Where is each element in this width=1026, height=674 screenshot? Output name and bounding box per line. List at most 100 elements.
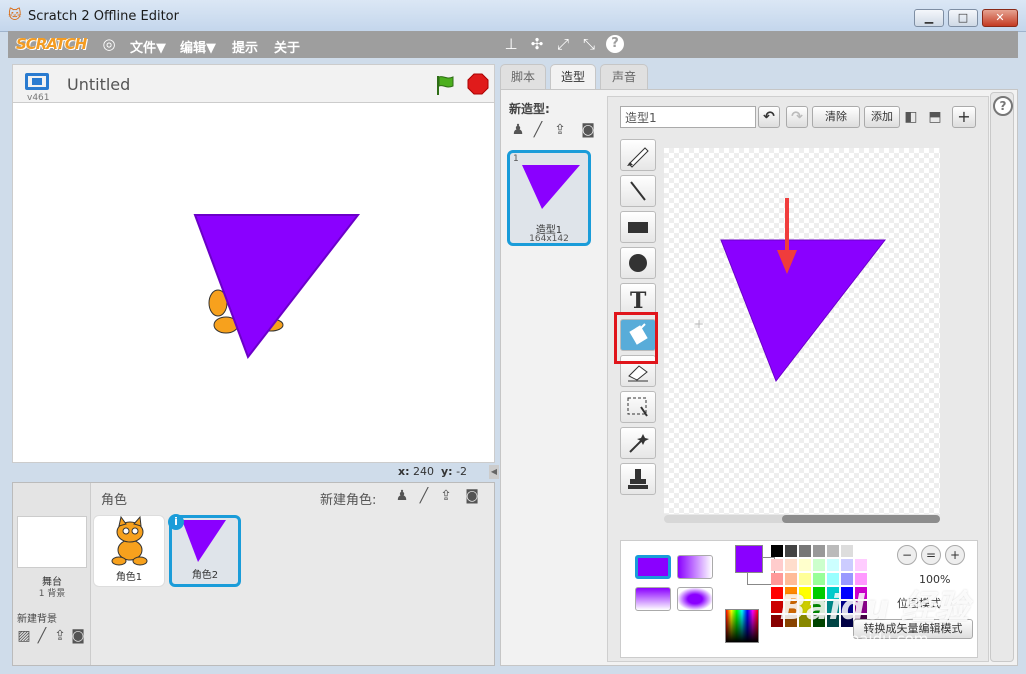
canvas-horizontal-scrollbar[interactable] — [664, 515, 940, 523]
paint-costume-icon[interactable]: ╱ — [529, 121, 547, 139]
block-help-icon[interactable]: ? — [606, 35, 624, 53]
costume-name-input[interactable] — [620, 106, 756, 128]
costume-library-icon[interactable]: ♟ — [509, 121, 527, 139]
menu-file[interactable]: 文件▼ — [130, 37, 166, 56]
upload-costume-icon[interactable]: ⇪ — [551, 121, 569, 139]
add-button[interactable]: 添加 — [864, 106, 900, 128]
minimize-button[interactable]: ▁ — [914, 9, 944, 27]
scrollbar-thumb[interactable] — [782, 515, 940, 523]
paint-sprite-icon[interactable]: ╱ — [415, 487, 433, 505]
palette-color[interactable] — [855, 559, 867, 571]
camera-sprite-icon[interactable]: ◙ — [463, 487, 481, 505]
language-globe-icon[interactable]: ◎ — [100, 35, 118, 53]
canvas-purple-triangle — [720, 239, 887, 383]
palette-color[interactable] — [855, 545, 867, 557]
tab-sounds[interactable]: 声音 — [600, 64, 648, 90]
duplicate-stamp-icon[interactable]: ⊥ — [502, 35, 520, 53]
radial-gradient-swatch[interactable] — [677, 587, 713, 611]
palette-color[interactable] — [841, 559, 853, 571]
purple-triangle-sprite[interactable] — [193, 214, 361, 360]
stamp-tool[interactable] — [620, 463, 656, 495]
horizontal-gradient-swatch[interactable] — [677, 555, 713, 579]
menu-tips[interactable]: 提示 — [232, 37, 258, 56]
paint-editor: ↶ ↷ 清除 添加 ◧ ⬒ + T + — [607, 96, 989, 662]
grow-icon[interactable]: ⤢ — [554, 35, 572, 53]
color-picker[interactable] — [725, 609, 759, 643]
collapse-stage-button[interactable]: ◀ — [489, 465, 499, 479]
palette-color[interactable] — [771, 545, 783, 557]
close-button[interactable]: ✕ — [982, 9, 1018, 27]
undo-button[interactable]: ↶ — [758, 106, 780, 128]
palette-color[interactable] — [813, 559, 825, 571]
backdrop-library-icon[interactable]: ▨ — [15, 627, 33, 645]
watermark-brand: Baidu 经验 — [780, 588, 969, 628]
tab-scripts[interactable]: 脚本 — [500, 64, 546, 90]
solid-fill-swatch[interactable] — [635, 555, 671, 579]
help-icon[interactable]: ? — [993, 96, 1013, 116]
tab-costumes[interactable]: 造型 — [550, 64, 596, 91]
paint-canvas[interactable]: + — [664, 148, 940, 514]
palette-color[interactable] — [771, 559, 783, 571]
stage-header: v461 Untitled — [12, 64, 495, 103]
stage-canvas[interactable] — [12, 102, 495, 463]
stage-thumbnail[interactable] — [17, 516, 87, 568]
select-tool[interactable] — [620, 391, 656, 423]
brush-tool[interactable] — [620, 139, 656, 171]
palette-color[interactable] — [827, 559, 839, 571]
menu-about[interactable]: 关于 — [274, 37, 300, 56]
text-tool[interactable]: T — [620, 283, 656, 315]
primary-color-swatch[interactable] — [735, 545, 763, 573]
menu-edit[interactable]: 编辑▼ — [180, 37, 216, 56]
mouse-y-value: -2 — [456, 465, 468, 478]
upload-backdrop-icon[interactable]: ⇪ — [51, 627, 69, 645]
editor-vertical-scrollbar[interactable] — [990, 92, 1014, 662]
cut-scissors-icon[interactable]: ✣ — [528, 35, 546, 53]
rectangle-tool[interactable] — [620, 211, 656, 243]
palette-color[interactable] — [799, 559, 811, 571]
palette-color[interactable] — [799, 545, 811, 557]
palette-color[interactable] — [813, 545, 825, 557]
center-crosshair: + — [694, 317, 704, 331]
zoom-out-button[interactable]: − — [897, 545, 917, 565]
sprite-card-triangle[interactable]: i 角色2 — [168, 514, 241, 587]
info-icon[interactable]: i — [168, 514, 184, 530]
zoom-reset-button[interactable]: = — [921, 545, 941, 565]
cat-thumbnail — [111, 515, 148, 566]
sprite-card-cat[interactable]: 角色1 — [93, 515, 165, 587]
svg-text:T: T — [630, 288, 647, 314]
window-title: Scratch 2 Offline Editor — [28, 9, 179, 24]
costume-card[interactable]: 1 造型1 164x142 — [507, 150, 591, 246]
line-tool[interactable] — [620, 175, 656, 207]
shrink-icon[interactable]: ⤡ — [580, 35, 598, 53]
menu-bar: SCRATCH ◎ 文件▼ 编辑▼ 提示 关于 ⊥ ✣ ⤢ ⤡ ? — [8, 31, 1018, 58]
vertical-gradient-swatch[interactable] — [635, 587, 671, 611]
zoom-in-button[interactable]: + — [945, 545, 965, 565]
palette-color[interactable] — [841, 545, 853, 557]
green-flag-icon[interactable] — [434, 74, 456, 96]
camera-costume-icon[interactable]: ◙ — [579, 121, 597, 139]
flip-vertical-icon[interactable]: ⬒ — [926, 108, 944, 126]
clear-button[interactable]: 清除 — [812, 106, 860, 128]
project-title[interactable]: Untitled — [67, 75, 130, 94]
select-remove-background-tool[interactable] — [620, 427, 656, 459]
maximize-button[interactable]: □ — [948, 9, 978, 27]
costume-thumbnail — [522, 165, 580, 209]
paint-backdrop-icon[interactable]: ╱ — [33, 627, 51, 645]
fill-tool-highlight-annotation — [614, 312, 658, 364]
set-center-button[interactable]: + — [952, 106, 976, 128]
upload-sprite-icon[interactable]: ⇪ — [437, 487, 455, 505]
flip-horizontal-icon[interactable]: ◧ — [902, 108, 920, 126]
camera-backdrop-icon[interactable]: ◙ — [69, 627, 87, 645]
redo-button[interactable]: ↷ — [786, 106, 808, 128]
costume-size: 164x142 — [529, 234, 569, 244]
mouse-x-value: 240 — [413, 465, 434, 478]
sprites-header: 角色 — [101, 493, 128, 508]
scratch-logo[interactable]: SCRATCH — [16, 34, 88, 55]
sprite-library-icon[interactable]: ♟ — [393, 487, 411, 505]
presentation-mode-icon[interactable] — [25, 73, 49, 90]
stop-sign-icon[interactable] — [467, 73, 489, 95]
palette-color[interactable] — [827, 545, 839, 557]
palette-color[interactable] — [785, 559, 797, 571]
ellipse-tool[interactable] — [620, 247, 656, 279]
palette-color[interactable] — [785, 545, 797, 557]
